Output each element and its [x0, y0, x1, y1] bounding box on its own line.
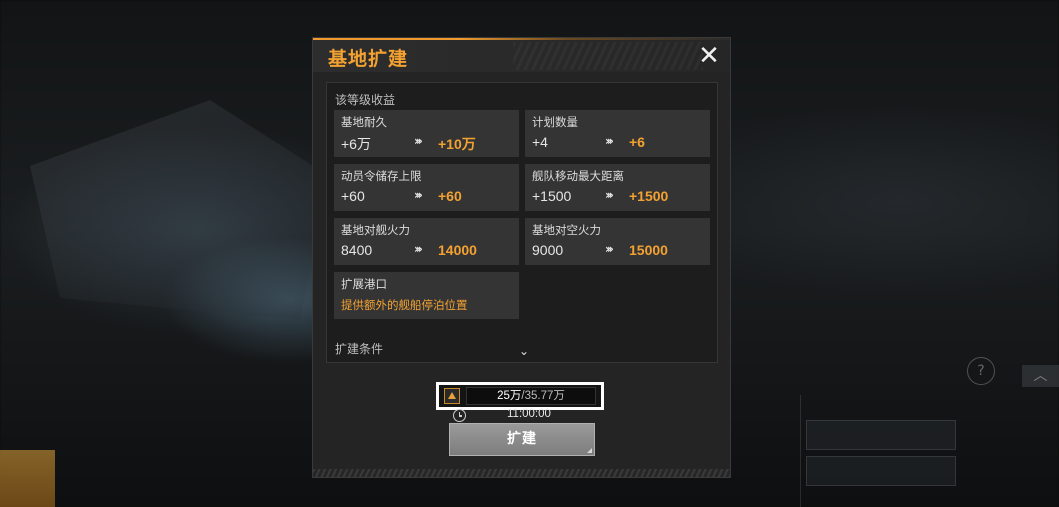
expand-button[interactable]: 扩建 — [449, 423, 595, 456]
background-side-panel — [800, 395, 980, 507]
arrow-icon: ››› — [605, 188, 614, 202]
build-time: 11:00:00 — [453, 408, 603, 424]
arrow-icon: ››› — [414, 188, 423, 202]
help-icon: ? — [967, 357, 995, 385]
benefit-card-port: 扩展港口 提供额外的舰船停泊位置 — [334, 272, 519, 319]
base-expansion-dialog: 基地扩建 ✕ 该等级收益 基地耐久 +6万 ››› +10万 计划数量 +4 ›… — [312, 37, 731, 478]
dialog-title: 基地扩建 — [328, 48, 409, 70]
benefits-panel[interactable]: 该等级收益 基地耐久 +6万 ››› +10万 计划数量 +4 ››› +6 动… — [326, 82, 718, 363]
close-icon[interactable]: ✕ — [698, 43, 720, 69]
benefits-heading: 该等级收益 — [335, 93, 396, 107]
benefit-card-mobilization-cap: 动员令储存上限 +60 ››› +60 — [334, 164, 519, 211]
cost-value: 25万/35.77万 — [466, 387, 596, 405]
chevron-down-icon[interactable]: ⌄ — [517, 345, 531, 357]
clock-icon — [453, 409, 466, 422]
benefit-card-durability: 基地耐久 +6万 ››› +10万 — [334, 110, 519, 157]
resource-icon — [444, 388, 460, 404]
benefit-card-plan-count: 计划数量 +4 ››› +6 — [525, 110, 710, 157]
arrow-icon: ››› — [605, 134, 614, 148]
footer-decoration — [313, 469, 730, 477]
cost-display: 25万/35.77万 — [436, 382, 604, 410]
background-corner-button — [0, 450, 55, 507]
background-panel-item — [806, 456, 956, 486]
arrow-icon: ››› — [414, 134, 423, 148]
dialog-header: 基地扩建 ✕ — [313, 40, 730, 72]
arrow-icon: ››› — [605, 242, 614, 256]
benefit-card-anti-ship: 基地对舰火力 8400 ››› 14000 — [334, 218, 519, 265]
header-decoration — [513, 42, 703, 70]
background-panel-item — [806, 420, 956, 450]
conditions-heading: 扩建条件 — [335, 342, 384, 356]
benefit-card-anti-air: 基地对空火力 9000 ››› 15000 — [525, 218, 710, 265]
arrow-icon: ››› — [414, 242, 423, 256]
collapse-icon: ︿ — [1022, 365, 1059, 387]
build-time-value: 11:00:00 — [507, 408, 551, 420]
benefit-card-fleet-distance: 舰队移动最大距离 +1500 ››› +1500 — [525, 164, 710, 211]
